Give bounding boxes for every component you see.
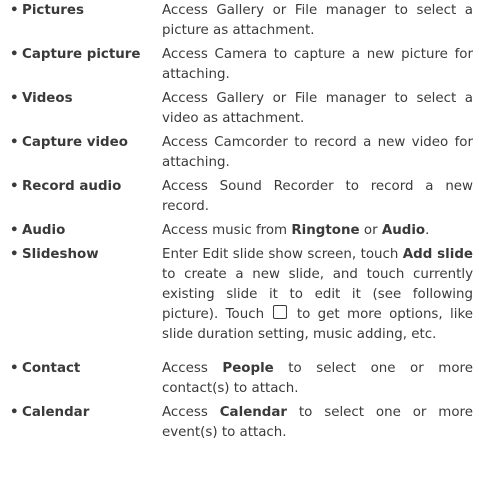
item-term-label: Contact	[22, 361, 81, 376]
description-text: Access	[162, 361, 223, 376]
definition-list: • Pictures Access Gallery or File manager …	[10, 1, 473, 443]
item-term: • Slideshow	[10, 245, 162, 265]
item-description: Access Gallery or File manager to select…	[162, 1, 473, 41]
item-description: Access People to select one or more cont…	[162, 359, 473, 399]
bullet-icon: •	[10, 223, 19, 238]
bullet-icon: •	[10, 91, 19, 106]
item-term: • Record audio	[10, 177, 162, 197]
item-term-label: Pictures	[22, 3, 84, 18]
bullet-icon: •	[10, 405, 19, 420]
description-text: Access	[162, 405, 220, 420]
list-item: • Slideshow Enter Edit slide show screen, …	[10, 245, 473, 345]
item-description: Access music from Ringtone or Audio.	[162, 221, 473, 241]
list-item: • Record audio Access Sound Recorder to re…	[10, 177, 473, 217]
description-text: Enter Edit slide show screen, touch	[162, 247, 403, 262]
emphasis-text: Add slide	[402, 247, 473, 262]
description-text: Access Gallery or File manager to select…	[162, 3, 473, 38]
bullet-icon: •	[10, 361, 19, 376]
item-description: Access Camcorder to record a new video f…	[162, 133, 473, 173]
list-item: • Pictures Access Gallery or File manager …	[10, 1, 473, 41]
item-term: • Capture video	[10, 133, 162, 153]
emphasis-text: Calendar	[219, 405, 288, 420]
item-term: • Audio	[10, 221, 162, 241]
bullet-icon: •	[10, 179, 19, 194]
list-item: • Calendar Access Calendar to select one o…	[10, 403, 473, 443]
item-description: Access Gallery or File manager to select…	[162, 89, 473, 129]
attachment-options-list: • Pictures Access Gallery or File manager …	[10, 1, 473, 447]
item-term-label: Capture video	[22, 135, 128, 150]
emphasis-text: Audio	[381, 223, 426, 238]
list-item: • Contact Access People to select one or m…	[10, 359, 473, 399]
item-term-label: Audio	[22, 223, 66, 238]
description-text: or	[359, 223, 382, 238]
item-term-label: Calendar	[22, 405, 90, 420]
item-description: Access Calendar to select one or more ev…	[162, 403, 473, 443]
item-description: Enter Edit slide show screen, touch Add …	[162, 245, 473, 345]
list-item: • Videos Access Gallery or File manager to…	[10, 89, 473, 129]
item-term-label: Slideshow	[22, 247, 99, 262]
bullet-icon: •	[10, 247, 19, 262]
list-item: • Audio Access music from Ringtone or Audi…	[10, 221, 473, 241]
description-text: .	[425, 223, 430, 238]
description-text: Access Camera to capture a new picture f…	[162, 47, 473, 82]
item-term: • Capture picture	[10, 45, 162, 65]
list-item: • Capture picture Access Camera to capture…	[10, 45, 473, 85]
emphasis-text: Ringtone	[291, 223, 360, 238]
description-text: Access Camcorder to record a new video f…	[162, 135, 473, 170]
item-term: • Videos	[10, 89, 162, 109]
menu-square-icon	[273, 305, 288, 319]
item-term: • Contact	[10, 359, 162, 379]
item-term: • Calendar	[10, 403, 162, 423]
bullet-icon: •	[10, 3, 19, 18]
item-term: • Pictures	[10, 1, 162, 21]
item-term-label: Record audio	[22, 179, 122, 194]
item-description: Access Sound Recorder to record a new re…	[162, 177, 473, 217]
emphasis-text: People	[222, 361, 274, 376]
description-text: Access music from	[162, 223, 292, 238]
bullet-icon: •	[10, 47, 19, 62]
description-text: Access Gallery or File manager to select…	[162, 91, 473, 126]
item-term-label: Capture picture	[22, 47, 141, 62]
item-term-label: Videos	[22, 91, 73, 106]
description-text: Access Sound Recorder to record a new re…	[162, 179, 473, 214]
list-item: • Capture video Access Camcorder to record…	[10, 133, 473, 173]
bullet-icon: •	[10, 135, 19, 150]
item-description: Access Camera to capture a new picture f…	[162, 45, 473, 85]
